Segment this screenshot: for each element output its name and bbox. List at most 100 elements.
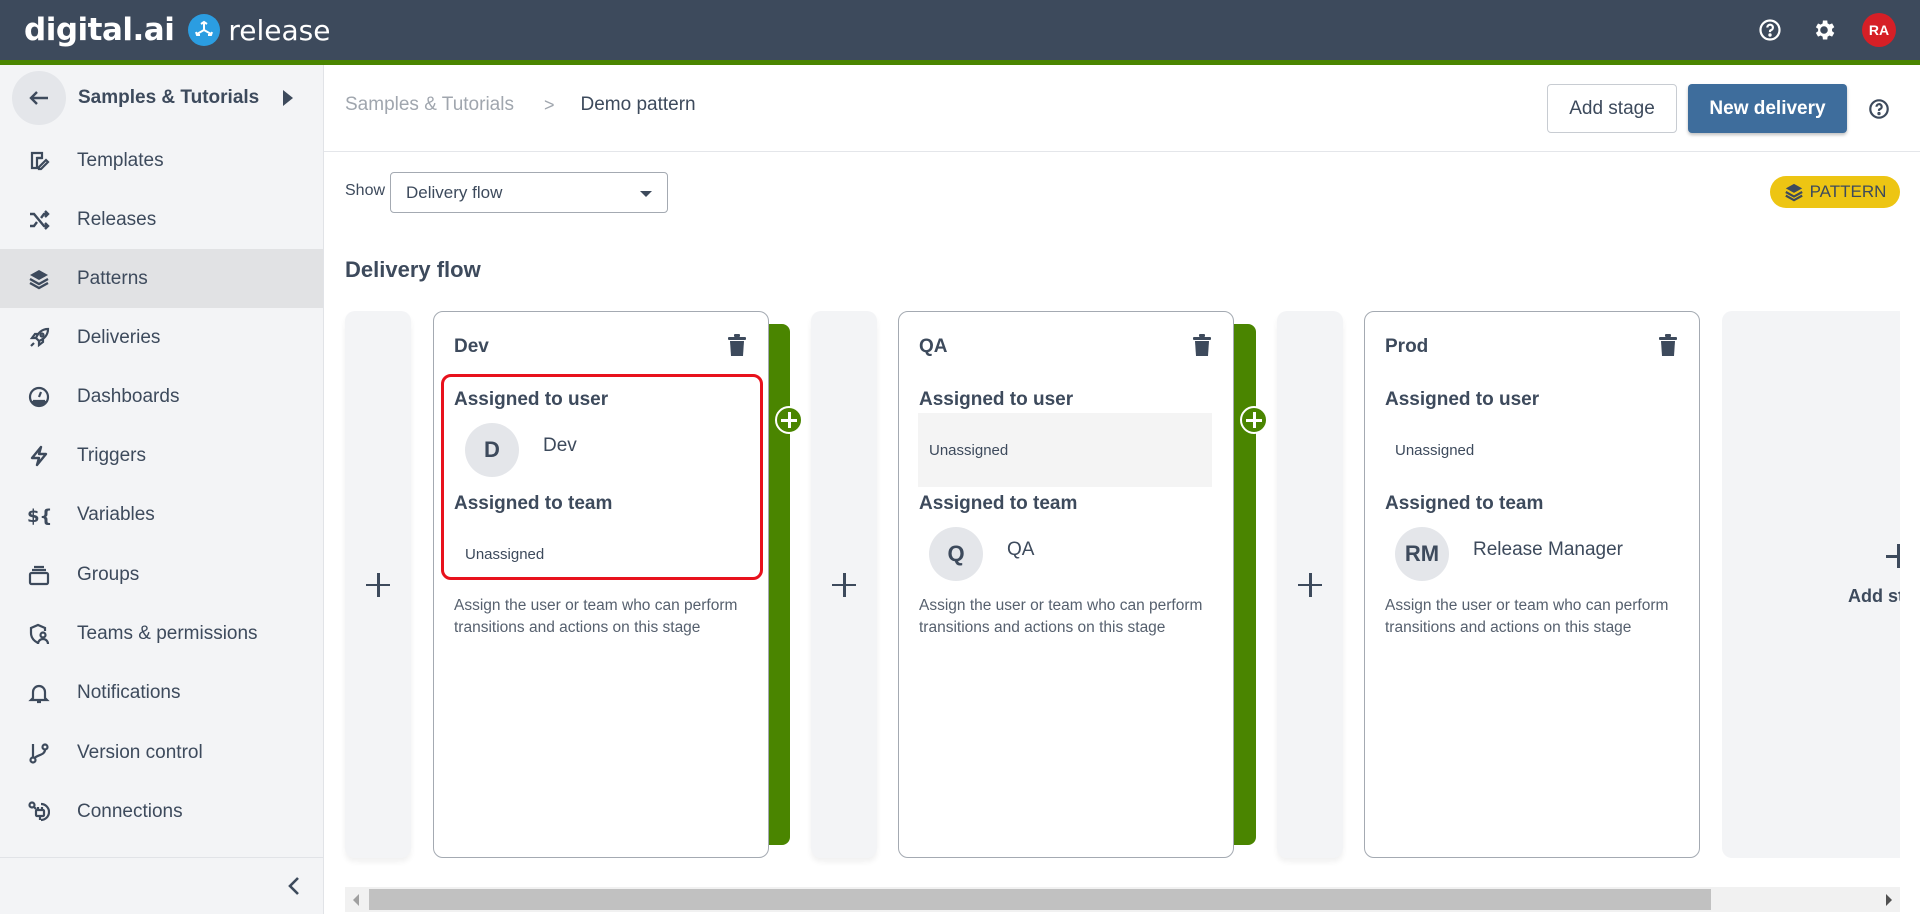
- assignment-section: Assigned to user Unassigned Assigned to …: [906, 374, 1228, 581]
- breadcrumb-separator: >: [543, 94, 555, 115]
- assigned-team-label: Assigned to team: [454, 493, 613, 514]
- layers-icon: [27, 267, 51, 291]
- sidebar-item-version-control[interactable]: Version control: [0, 723, 323, 782]
- shuffle-icon: [27, 208, 51, 232]
- back-button[interactable]: [12, 71, 66, 125]
- assigned-user-label: Assigned to user: [1385, 389, 1540, 410]
- plus-icon: [366, 572, 390, 597]
- sidebar-folder-label[interactable]: Samples & Tutorials: [78, 87, 259, 109]
- release-wordmark: release: [228, 13, 331, 47]
- assigned-team-field[interactable]: Q QA: [918, 517, 1212, 591]
- brand-logo[interactable]: digital.ai release: [24, 10, 330, 50]
- sidebar: Samples & Tutorials Templates Releases P…: [0, 65, 324, 914]
- stage-title: Dev: [454, 336, 489, 357]
- assignment-section-highlighted: Assigned to user D Dev Assigned to team …: [441, 374, 763, 580]
- scrollbar-thumb[interactable]: [369, 889, 1711, 910]
- scroll-left-arrow-icon[interactable]: [353, 894, 359, 906]
- sidebar-item-templates[interactable]: Templates: [0, 131, 323, 190]
- collapse-sidebar-button[interactable]: [282, 871, 306, 901]
- assigned-team-field[interactable]: RM Release Manager: [1384, 517, 1678, 591]
- top-navigation-bar: digital.ai release RA: [0, 0, 1920, 60]
- assigned-user-label: Assigned to user: [919, 389, 1074, 410]
- sidebar-item-deliveries[interactable]: Deliveries: [0, 308, 323, 367]
- show-view-select[interactable]: Delivery flow: [390, 172, 668, 213]
- pattern-badge-label: PATTERN: [1809, 182, 1887, 201]
- sidebar-item-triggers[interactable]: Triggers: [0, 426, 323, 485]
- help-circle-icon[interactable]: [1754, 14, 1786, 46]
- add-stage-column-label: Add stage: [1848, 586, 1900, 606]
- page-help-button[interactable]: [1866, 96, 1892, 122]
- stack-icon: [27, 563, 51, 587]
- transition-connector: [1234, 324, 1256, 845]
- chevron-left-icon: [288, 877, 299, 895]
- section-title: Delivery flow: [345, 257, 481, 282]
- sidebar-folder-header: Samples & Tutorials: [12, 70, 294, 126]
- horizontal-scrollbar[interactable]: [345, 887, 1900, 912]
- add-transition-button[interactable]: [1240, 406, 1268, 434]
- insert-stage-slot[interactable]: [811, 311, 877, 858]
- stage-card-prod: Prod Assigned to user Unassigned Assigne…: [1364, 311, 1700, 858]
- stage-description: Assign the user or team who can perform …: [1385, 597, 1669, 636]
- scroll-right-arrow-icon[interactable]: [1886, 894, 1892, 906]
- plug-icon: [27, 800, 51, 824]
- breadcrumb: Samples & Tutorials > Demo pattern: [345, 94, 696, 116]
- trash-icon[interactable]: [728, 334, 746, 356]
- gear-icon[interactable]: [1808, 14, 1840, 46]
- sidebar-item-patterns[interactable]: Patterns: [0, 249, 323, 308]
- user-avatar[interactable]: RA: [1862, 13, 1896, 47]
- new-delivery-button[interactable]: New delivery: [1688, 84, 1847, 133]
- bell-icon: [27, 681, 51, 705]
- sidebar-divider: [0, 857, 323, 858]
- team-name: QA: [1007, 539, 1035, 560]
- assigned-user-field[interactable]: D Dev: [454, 413, 748, 487]
- plus-icon: [832, 572, 856, 597]
- add-transition-button[interactable]: [775, 406, 803, 434]
- sidebar-item-releases[interactable]: Releases: [0, 190, 323, 249]
- svg-text:${: ${: [27, 506, 51, 526]
- trash-icon[interactable]: [1193, 334, 1211, 356]
- breadcrumb-current: Demo pattern: [580, 94, 696, 115]
- assigned-team-label: Assigned to team: [919, 493, 1078, 514]
- sidebar-item-connections[interactable]: Connections: [0, 782, 323, 841]
- plus-icon: [1886, 544, 1900, 568]
- sidebar-item-teams-permissions[interactable]: Teams & permissions: [0, 604, 323, 663]
- unassigned-text: Unassigned: [929, 441, 1009, 459]
- add-stage-column[interactable]: Add stage: [1722, 311, 1900, 858]
- git-branch-icon: [27, 741, 51, 765]
- trash-icon[interactable]: [1659, 334, 1677, 356]
- plus-circle-icon: [781, 412, 797, 428]
- insert-stage-slot[interactable]: [345, 311, 411, 858]
- sidebar-item-groups[interactable]: Groups: [0, 545, 323, 604]
- assigned-user-field[interactable]: Unassigned: [1384, 413, 1678, 487]
- show-label: Show: [345, 182, 386, 199]
- insert-stage-slot[interactable]: [1277, 311, 1343, 858]
- stage-description: Assign the user or team who can perform …: [919, 597, 1203, 636]
- plus-icon: [1298, 572, 1322, 597]
- transition-connector: [768, 324, 790, 845]
- arrow-left-icon: [29, 91, 48, 105]
- assigned-team-label: Assigned to team: [1385, 493, 1544, 514]
- caret-right-icon[interactable]: [283, 90, 294, 106]
- gauge-icon: [27, 385, 51, 409]
- unassigned-text: Unassigned: [1395, 441, 1475, 459]
- assigned-team-field[interactable]: Unassigned: [454, 517, 748, 591]
- release-logo-icon: [188, 14, 221, 46]
- sidebar-item-notifications[interactable]: Notifications: [0, 663, 323, 722]
- template-icon: [27, 149, 51, 173]
- header-divider: [324, 151, 1920, 152]
- add-stage-button[interactable]: Add stage: [1547, 84, 1677, 133]
- variable-icon: ${: [27, 503, 51, 527]
- sidebar-item-dashboards[interactable]: Dashboards: [0, 367, 323, 426]
- sidebar-item-variables[interactable]: ${ Variables: [0, 485, 323, 544]
- digital-ai-logo: digital.ai: [24, 12, 175, 48]
- assigned-user-field[interactable]: Unassigned: [918, 413, 1212, 487]
- stage-title: Prod: [1385, 336, 1429, 357]
- plus-circle-icon: [1246, 412, 1262, 428]
- breadcrumb-parent-link[interactable]: Samples & Tutorials: [345, 94, 514, 116]
- assigned-user-label: Assigned to user: [454, 389, 609, 410]
- stage-card-dev: Dev Assigned to user D Dev Assigned to t…: [433, 311, 769, 858]
- show-view-selected-value: Delivery flow: [406, 182, 503, 202]
- team-name: Release Manager: [1473, 539, 1623, 560]
- rocket-icon: [27, 326, 51, 350]
- caret-down-icon: [640, 191, 652, 197]
